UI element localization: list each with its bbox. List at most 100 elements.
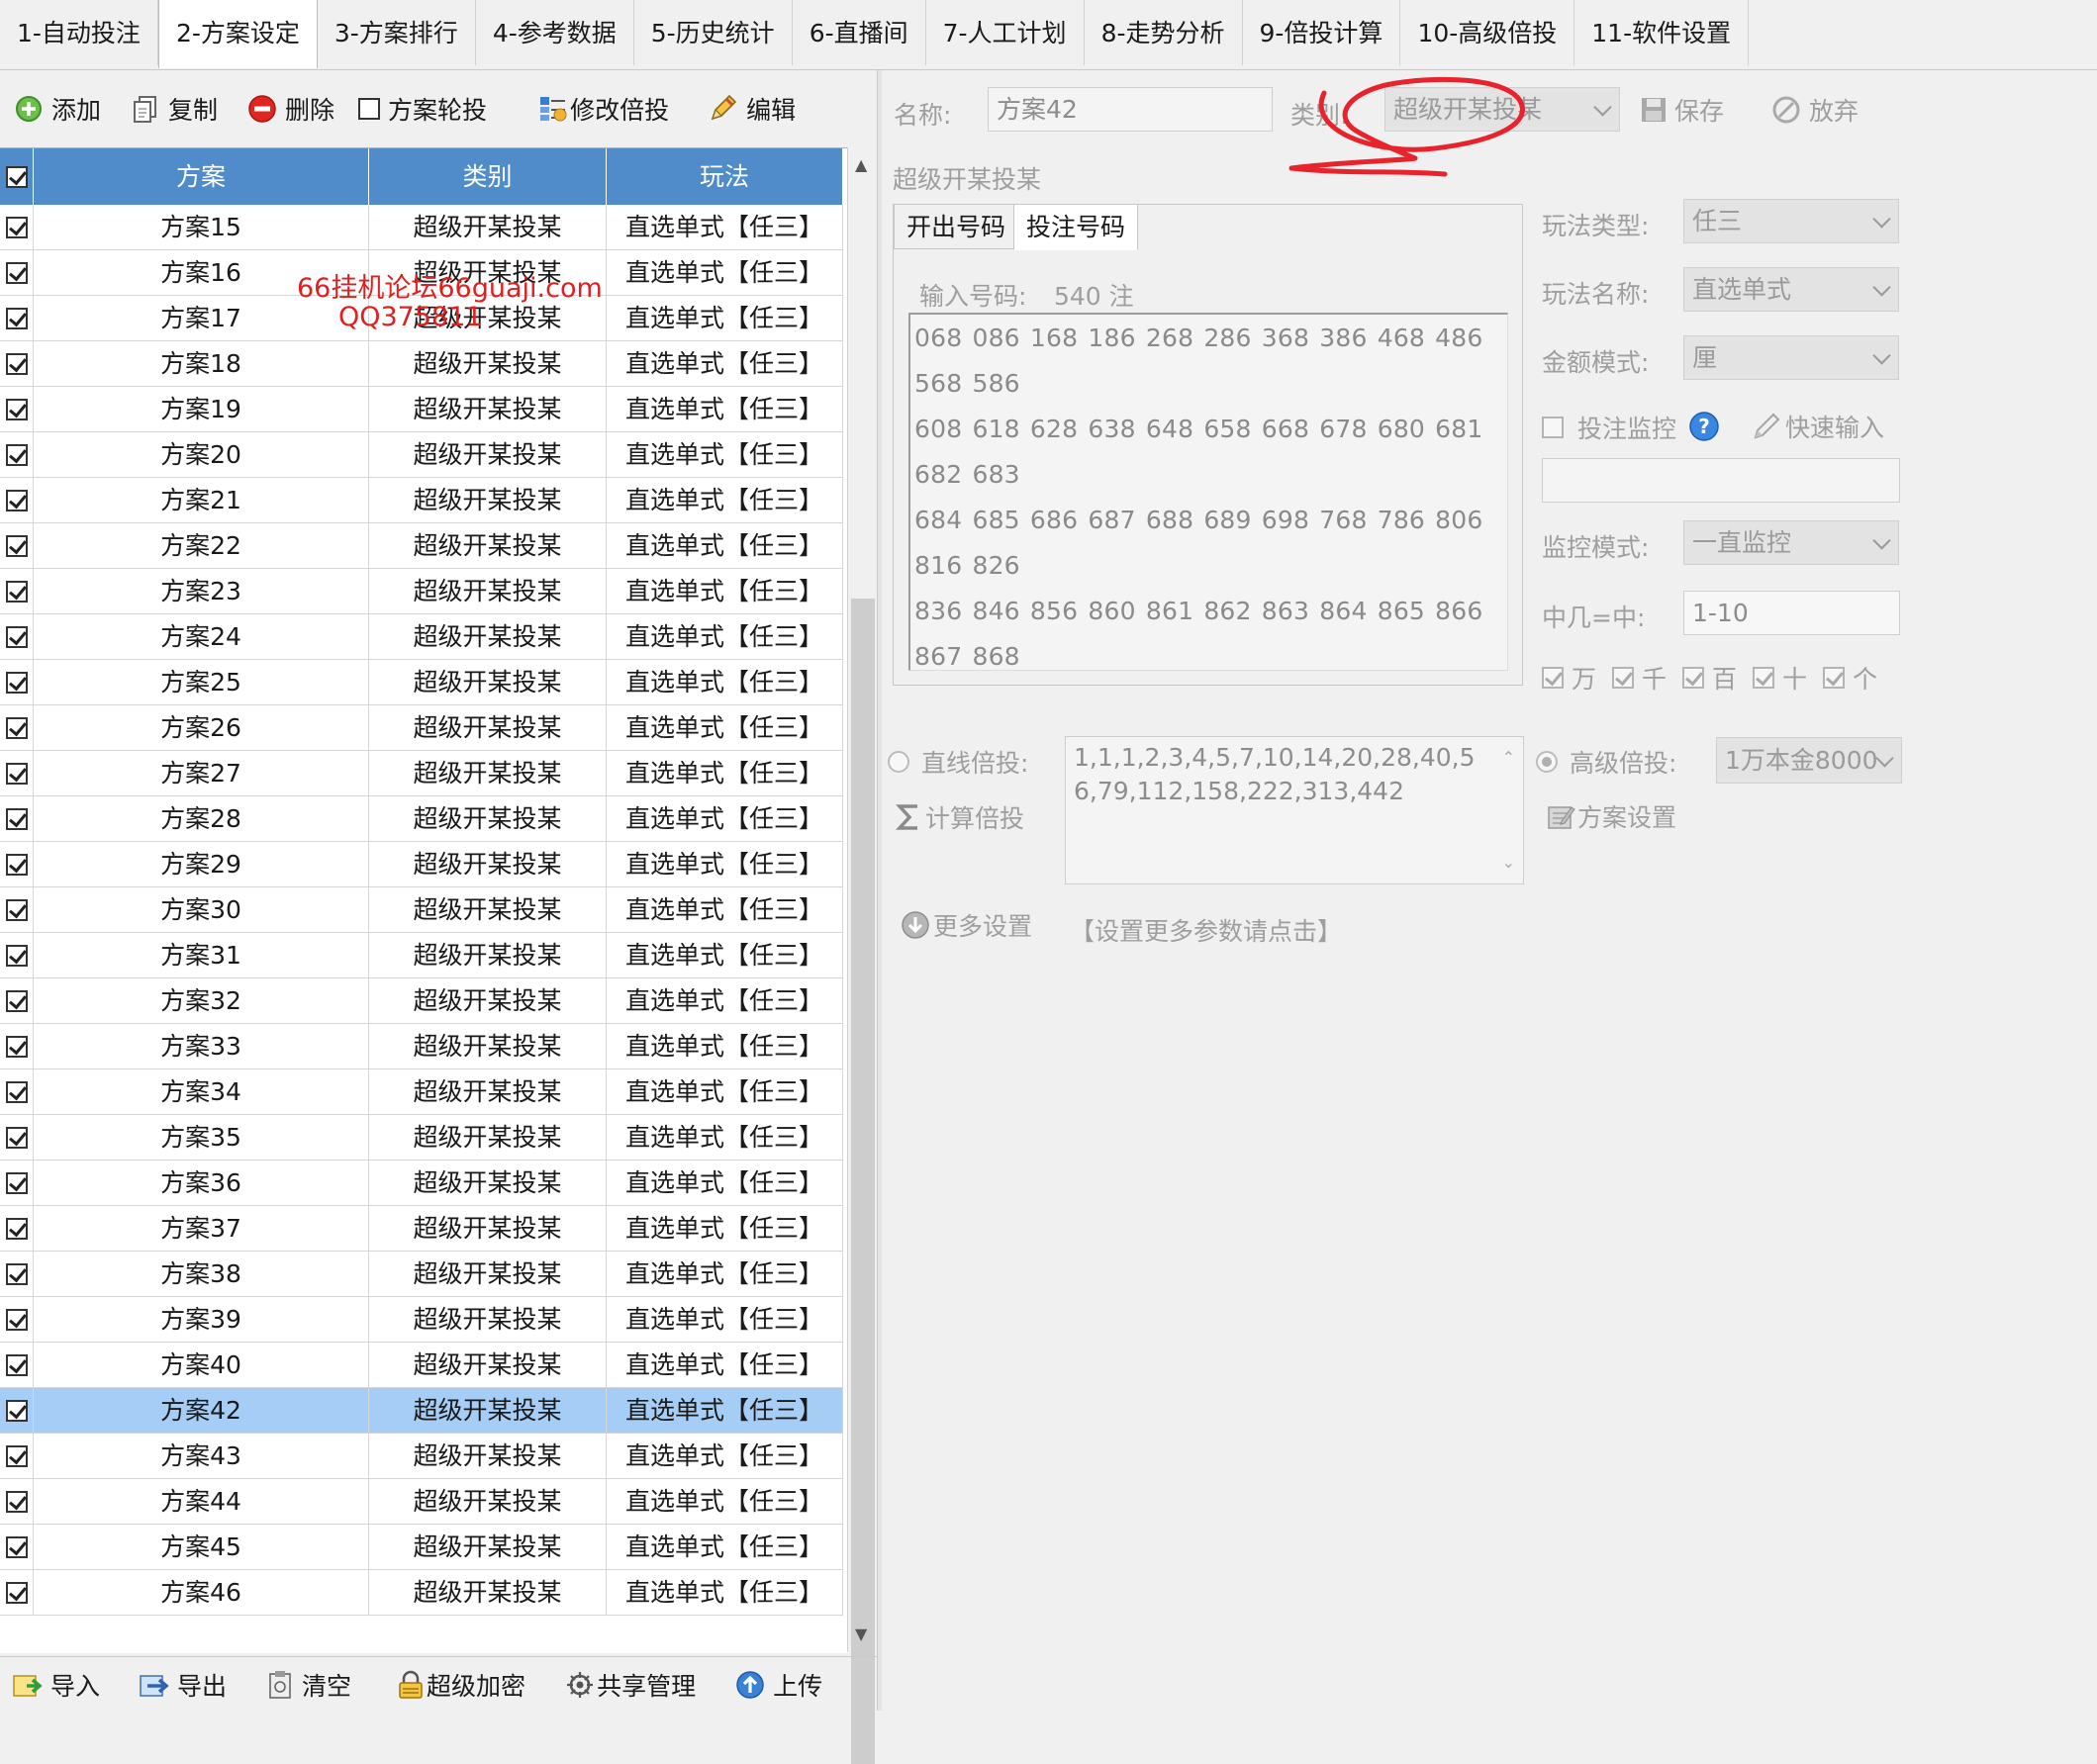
position-checkbox[interactable] xyxy=(1542,667,1564,689)
row-checkbox[interactable] xyxy=(0,341,34,386)
more-settings-button[interactable]: 更多设置 xyxy=(900,907,1032,943)
position-toggle[interactable]: 万 xyxy=(1542,660,1596,696)
row-checkbox[interactable] xyxy=(0,660,34,704)
edit-button[interactable]: 编辑 xyxy=(699,82,804,136)
tab-10[interactable]: 10-高级倍投 xyxy=(1400,0,1575,65)
advanced-multiplier-select[interactable]: 1万本金8000 xyxy=(1716,737,1902,784)
copy-button[interactable]: 复制 xyxy=(123,82,226,136)
column-header-name[interactable]: 方案 xyxy=(34,148,369,205)
amount-mode-select[interactable]: 厘 xyxy=(1683,335,1899,380)
table-row[interactable]: 方案28 超级开某投某 直选单式【任三】 xyxy=(0,796,843,842)
linear-multiplier-radio[interactable]: 直线倍投: xyxy=(888,745,1028,779)
table-row[interactable]: 方案22 超级开某投某 直选单式【任三】 xyxy=(0,523,843,569)
tab-bet-numbers[interactable]: 投注号码 xyxy=(1013,204,1139,250)
row-checkbox[interactable] xyxy=(0,1069,34,1114)
rotate-plan-checkbox[interactable] xyxy=(358,98,381,120)
row-checkbox[interactable] xyxy=(0,569,34,613)
help-button[interactable]: ? xyxy=(1688,410,1728,443)
row-checkbox[interactable] xyxy=(0,205,34,249)
multiplier-sequence-textarea[interactable]: 1,1,1,2,3,4,5,7,10,14,20,28,40,56,79,112… xyxy=(1065,736,1524,884)
position-toggle[interactable]: 千 xyxy=(1612,660,1667,696)
tab-3[interactable]: 3-方案排行 xyxy=(318,0,476,65)
scroll-up-icon[interactable]: ▲ xyxy=(855,155,867,174)
bet-monitor-toggle[interactable]: 投注监控 xyxy=(1542,411,1676,444)
play-name-select[interactable]: 直选单式 xyxy=(1683,267,1899,312)
quick-input-field[interactable] xyxy=(1542,458,1900,503)
table-row[interactable]: 方案30 超级开某投某 直选单式【任三】 xyxy=(0,887,843,933)
row-checkbox[interactable] xyxy=(0,1252,34,1296)
position-toggle[interactable]: 百 xyxy=(1682,660,1737,696)
position-checkbox[interactable] xyxy=(1823,667,1846,689)
row-checkbox[interactable] xyxy=(0,250,34,295)
more-settings-hint[interactable]: 【设置更多参数请点击】 xyxy=(1070,912,1342,948)
export-button[interactable]: 导出 xyxy=(131,1660,236,1710)
table-row[interactable]: 方案45 超级开某投某 直选单式【任三】 xyxy=(0,1525,843,1570)
table-row[interactable]: 方案36 超级开某投某 直选单式【任三】 xyxy=(0,1161,843,1206)
table-row[interactable]: 方案15 超级开某投某 直选单式【任三】 xyxy=(0,205,843,250)
bet-numbers-textarea[interactable]: 068 086 168 186 268 286 368 386 468 486 … xyxy=(908,313,1508,671)
add-button[interactable]: 添加 xyxy=(6,82,109,136)
row-checkbox[interactable] xyxy=(0,1434,34,1478)
rotate-plan-toggle[interactable]: 方案轮投 xyxy=(350,82,495,136)
tab-8[interactable]: 8-走势分析 xyxy=(1085,0,1243,65)
tab-11[interactable]: 11-软件设置 xyxy=(1574,0,1750,65)
row-checkbox[interactable] xyxy=(0,523,34,568)
position-checkbox[interactable] xyxy=(1753,667,1775,689)
tab-9[interactable]: 9-倍投计算 xyxy=(1243,0,1401,65)
table-row[interactable]: 方案33 超级开某投某 直选单式【任三】 xyxy=(0,1024,843,1069)
table-row[interactable]: 方案40 超级开某投某 直选单式【任三】 xyxy=(0,1343,843,1388)
table-row[interactable]: 方案23 超级开某投某 直选单式【任三】 xyxy=(0,569,843,614)
table-row[interactable]: 方案35 超级开某投某 直选单式【任三】 xyxy=(0,1115,843,1161)
row-checkbox[interactable] xyxy=(0,1479,34,1524)
table-row[interactable]: 方案24 超级开某投某 直选单式【任三】 xyxy=(0,614,843,660)
table-row[interactable]: 方案32 超级开某投某 直选单式【任三】 xyxy=(0,978,843,1024)
table-row[interactable]: 方案46 超级开某投某 直选单式【任三】 xyxy=(0,1570,843,1616)
table-row[interactable]: 方案20 超级开某投某 直选单式【任三】 xyxy=(0,432,843,478)
row-checkbox[interactable] xyxy=(0,1024,34,1068)
share-manage-button[interactable]: 共享管理 xyxy=(556,1660,705,1710)
row-checkbox[interactable] xyxy=(0,1206,34,1251)
discard-button[interactable]: 放弃 xyxy=(1771,87,1859,132)
row-checkbox[interactable] xyxy=(0,387,34,431)
row-checkbox[interactable] xyxy=(0,1388,34,1433)
calc-multiplier-button[interactable]: 计算倍投 xyxy=(896,799,1024,835)
row-checkbox[interactable] xyxy=(0,887,34,932)
row-checkbox[interactable] xyxy=(0,478,34,522)
select-all-checkbox[interactable] xyxy=(0,148,34,205)
column-header-play[interactable]: 玩法 xyxy=(607,148,843,205)
encrypt-button[interactable]: 超级加密 xyxy=(388,1660,534,1710)
upload-button[interactable]: 上传 xyxy=(726,1660,831,1710)
table-row[interactable]: 方案26 超级开某投某 直选单式【任三】 xyxy=(0,705,843,751)
table-row[interactable]: 方案44 超级开某投某 直选单式【任三】 xyxy=(0,1479,843,1525)
table-row[interactable]: 方案27 超级开某投某 直选单式【任三】 xyxy=(0,751,843,796)
table-row[interactable]: 方案34 超级开某投某 直选单式【任三】 xyxy=(0,1069,843,1115)
linear-multiplier-radio-dot[interactable] xyxy=(888,751,909,773)
tab-6[interactable]: 6-直播间 xyxy=(793,0,926,65)
tab-4[interactable]: 4-参考数据 xyxy=(476,0,634,65)
modify-multiplier-button[interactable]: 修改倍投 xyxy=(530,82,677,136)
advanced-multiplier-radio[interactable]: 高级倍投: xyxy=(1536,745,1676,779)
advanced-multiplier-radio-dot[interactable] xyxy=(1536,751,1558,773)
chevron-up-icon[interactable]: ⌃ xyxy=(1502,741,1515,775)
hit-input[interactable]: 1-10 xyxy=(1683,591,1900,635)
row-checkbox[interactable] xyxy=(0,796,34,841)
table-row[interactable]: 方案43 超级开某投某 直选单式【任三】 xyxy=(0,1434,843,1479)
position-toggle[interactable]: 十 xyxy=(1753,660,1807,696)
table-row[interactable]: 方案25 超级开某投某 直选单式【任三】 xyxy=(0,660,843,705)
row-checkbox[interactable] xyxy=(0,614,34,659)
row-checkbox[interactable] xyxy=(0,933,34,977)
save-button[interactable]: 保存 xyxy=(1641,87,1724,132)
chevron-down-icon[interactable]: ⌄ xyxy=(1502,846,1515,880)
row-checkbox[interactable] xyxy=(0,1570,34,1615)
row-checkbox[interactable] xyxy=(0,1161,34,1205)
row-checkbox[interactable] xyxy=(0,751,34,795)
position-checkbox[interactable] xyxy=(1682,667,1705,689)
delete-button[interactable]: 删除 xyxy=(239,82,342,136)
row-checkbox[interactable] xyxy=(0,1115,34,1160)
tab-7[interactable]: 7-人工计划 xyxy=(926,0,1085,65)
table-row[interactable]: 方案21 超级开某投某 直选单式【任三】 xyxy=(0,478,843,523)
column-header-category[interactable]: 类别 xyxy=(369,148,607,205)
scrollbar-thumb[interactable] xyxy=(851,599,875,1764)
scroll-down-icon[interactable]: ▼ xyxy=(855,1625,867,1643)
bet-monitor-checkbox[interactable] xyxy=(1542,417,1564,438)
